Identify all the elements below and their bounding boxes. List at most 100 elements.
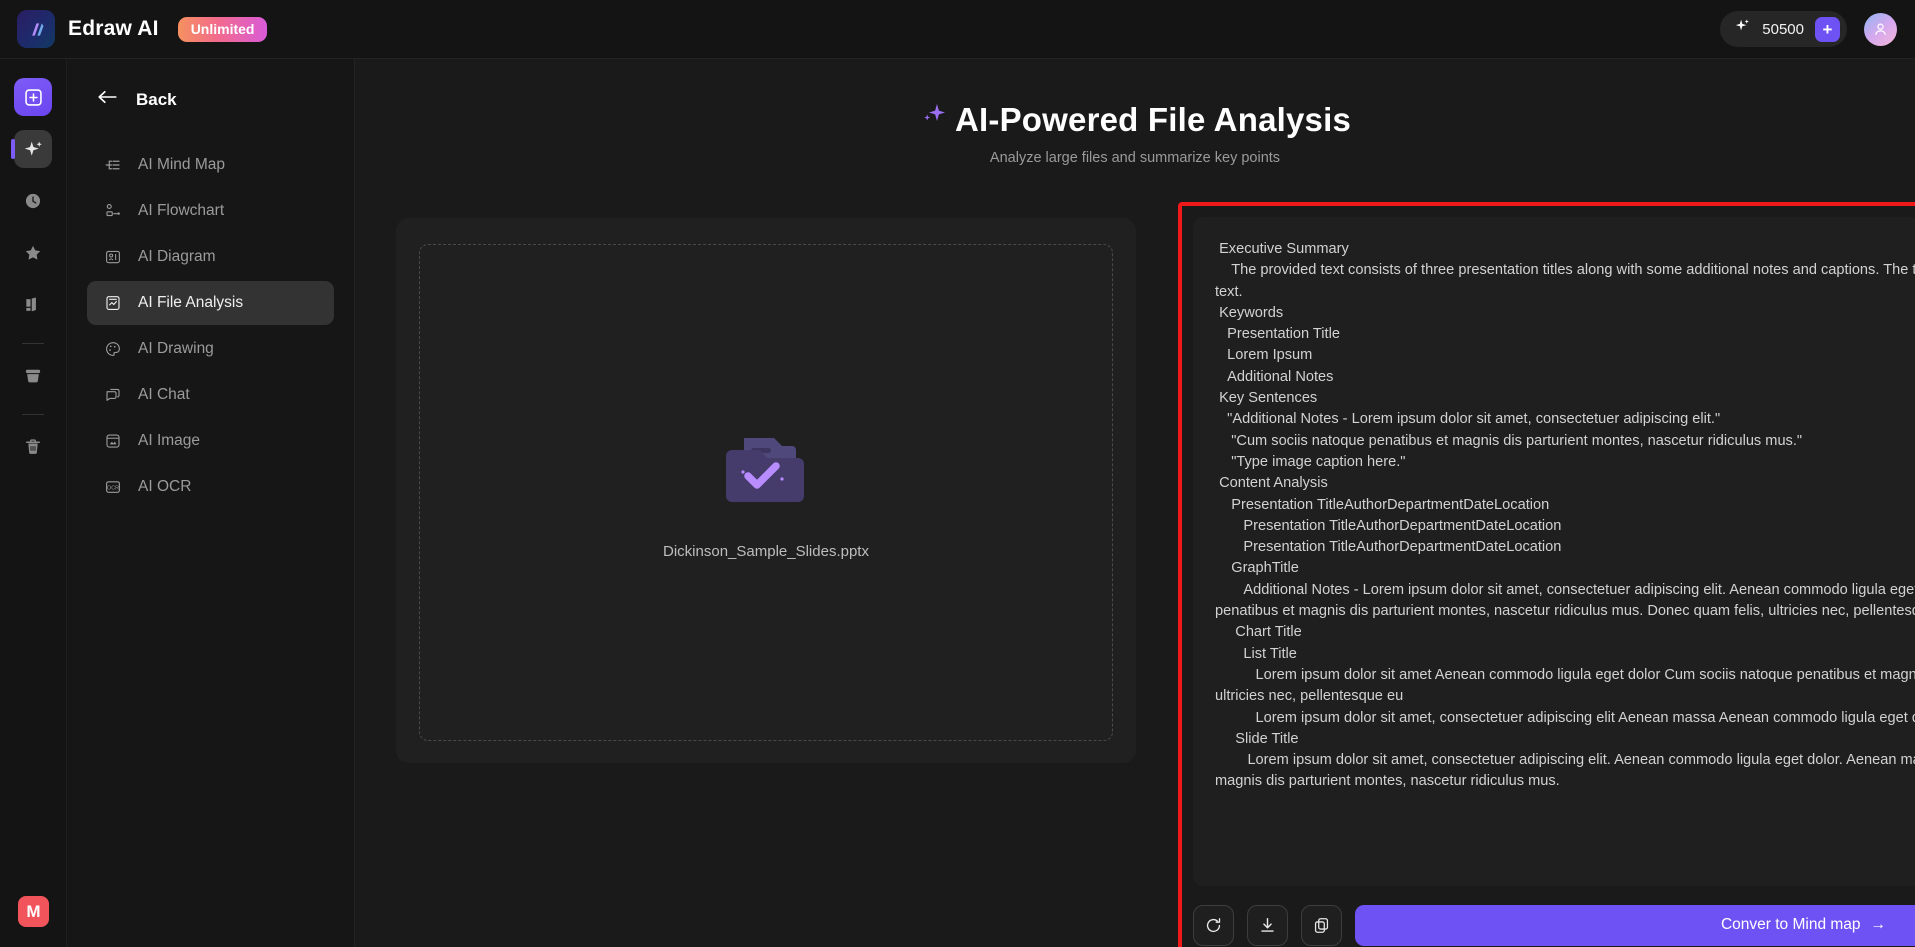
page-title: AI-Powered File Analysis bbox=[954, 101, 1352, 138]
flowchart-icon bbox=[103, 201, 123, 221]
add-credits-button[interactable]: + bbox=[1815, 16, 1840, 42]
analysis-line: Presentation Title bbox=[1215, 326, 1340, 343]
back-label: Back bbox=[136, 89, 177, 109]
analysis-line: The provided text consists of three pres… bbox=[1215, 262, 1915, 300]
top-right-group: 50500 + bbox=[1720, 11, 1915, 47]
result-action-bar: Conver to Mind map → bbox=[1193, 896, 1915, 947]
sparkle-icon bbox=[24, 141, 42, 156]
avatar[interactable] bbox=[1864, 12, 1897, 46]
arrow-left-icon bbox=[97, 89, 118, 110]
sparkle-decoration-icon bbox=[919, 101, 949, 139]
rail-item-templates[interactable] bbox=[14, 286, 52, 324]
sidebar-item-label: AI File Analysis bbox=[138, 294, 244, 311]
analysis-line: "Cum sociis natoque penatibus et magnis … bbox=[1215, 432, 1803, 449]
svg-text:OCR: OCR bbox=[107, 485, 119, 491]
download-icon bbox=[1261, 917, 1274, 932]
rail-item-archive[interactable] bbox=[14, 357, 52, 395]
main-content: AI-Powered File Analysis Analyze large f… bbox=[355, 59, 1915, 947]
rail-bottom: M bbox=[18, 896, 49, 927]
sidebar-item-ai-drawing[interactable]: AI Drawing bbox=[87, 327, 334, 371]
top-bar: Edraw AI Unlimited 50500 + bbox=[0, 0, 1915, 59]
analysis-result-panel: Executive Summary The provided text cons… bbox=[1178, 202, 1915, 947]
sidebar-menu: AI Mind Map AI Flowchart AI Diagram AI F… bbox=[67, 143, 354, 509]
image-icon bbox=[103, 431, 123, 451]
analysis-line: Presentation TitleAuthorDepartmentDateLo… bbox=[1215, 517, 1562, 534]
download-button[interactable] bbox=[1247, 904, 1288, 946]
back-button[interactable]: Back bbox=[67, 59, 354, 110]
rail-item-new-document[interactable] bbox=[14, 78, 52, 116]
rail-item-trash[interactable] bbox=[14, 428, 52, 466]
folder-check-icon bbox=[718, 426, 814, 517]
sparkle-icon bbox=[1734, 18, 1751, 40]
analysis-scroll-area[interactable]: Executive Summary The provided text cons… bbox=[1193, 217, 1915, 886]
file-preview-card: Dickinson_Sample_Slides.pptx bbox=[396, 218, 1136, 763]
palette-icon bbox=[103, 339, 123, 359]
app-mini-logo[interactable]: M bbox=[18, 896, 49, 927]
analysis-line: Chart Title bbox=[1215, 624, 1302, 641]
analysis-line: Slide Title bbox=[1215, 730, 1299, 747]
sidebar-item-label: AI Mind Map bbox=[138, 156, 226, 173]
rail-divider-2 bbox=[22, 414, 44, 415]
rail-item-recent[interactable] bbox=[14, 182, 52, 220]
file-analysis-icon bbox=[103, 293, 123, 313]
sidebar-item-ai-file-analysis[interactable]: AI File Analysis bbox=[87, 281, 334, 325]
analysis-line: List Title bbox=[1215, 645, 1297, 662]
sidebar-item-label: AI Chat bbox=[138, 386, 190, 403]
analysis-line: Key Sentences bbox=[1215, 390, 1318, 407]
page-header: AI-Powered File Analysis Analyze large f… bbox=[355, 59, 1915, 166]
trash-icon bbox=[26, 439, 40, 454]
sidebar-item-ai-ocr[interactable]: OCR AI OCR bbox=[87, 465, 334, 509]
rail-item-favorites[interactable] bbox=[14, 234, 52, 272]
brand[interactable]: Edraw AI Unlimited bbox=[0, 10, 268, 48]
credits-value: 50500 bbox=[1762, 20, 1804, 38]
analysis-line: Executive Summary bbox=[1215, 241, 1349, 257]
page-title-row: AI-Powered File Analysis bbox=[919, 101, 1351, 139]
analysis-line: Lorem ipsum dolor sit amet Aenean commod… bbox=[1215, 666, 1915, 705]
sidebar-item-label: AI Flowchart bbox=[138, 202, 225, 219]
chat-icon bbox=[103, 385, 123, 405]
analysis-line: Presentation TitleAuthorDepartmentDateLo… bbox=[1215, 539, 1562, 556]
diagram-icon bbox=[103, 247, 123, 267]
sidebar-item-label: AI Drawing bbox=[138, 340, 214, 357]
app-root: Edraw AI Unlimited 50500 + M Back AI Min… bbox=[0, 0, 1915, 947]
analysis-line: Lorem Ipsum bbox=[1215, 347, 1313, 364]
credits-pill[interactable]: 50500 + bbox=[1720, 11, 1847, 47]
analysis-line: Lorem ipsum dolor sit amet, consectetuer… bbox=[1215, 752, 1915, 790]
sidebar-item-label: AI Diagram bbox=[138, 248, 216, 265]
sidebar: Back AI Mind Map AI Flowchart AI Diagram… bbox=[67, 59, 355, 947]
regenerate-icon bbox=[1206, 917, 1221, 932]
mindmap-icon bbox=[103, 155, 123, 175]
sidebar-item-ai-image[interactable]: AI Image bbox=[87, 419, 334, 463]
plan-badge: Unlimited bbox=[177, 16, 268, 42]
sidebar-item-label: AI Image bbox=[138, 432, 201, 449]
file-name: Dickinson_Sample_Slides.pptx bbox=[663, 542, 869, 560]
analysis-line: "Type image caption here." bbox=[1215, 453, 1406, 470]
analysis-text-container: Executive Summary The provided text cons… bbox=[1193, 217, 1915, 886]
icon-rail: M bbox=[0, 59, 67, 947]
analysis-line: Additional Notes - Lorem ipsum dolor sit… bbox=[1215, 581, 1915, 620]
convert-to-mindmap-button[interactable]: Conver to Mind map → bbox=[1355, 904, 1915, 946]
brand-name: Edraw AI bbox=[68, 17, 159, 40]
page-subtitle: Analyze large files and summarize key po… bbox=[989, 150, 1281, 166]
regenerate-button[interactable] bbox=[1193, 904, 1234, 946]
analysis-line: Presentation TitleAuthorDepartmentDateLo… bbox=[1215, 496, 1550, 513]
slides-icon bbox=[26, 297, 36, 312]
file-dropzone[interactable]: Dickinson_Sample_Slides.pptx bbox=[419, 244, 1113, 741]
sidebar-item-ai-flowchart[interactable]: AI Flowchart bbox=[87, 189, 334, 233]
analysis-line: Additional Notes bbox=[1215, 368, 1334, 385]
folder-icon bbox=[25, 369, 41, 383]
analysis-line: GraphTitle bbox=[1215, 560, 1299, 577]
copy-icon bbox=[1314, 917, 1329, 933]
ocr-icon: OCR bbox=[103, 477, 123, 497]
cta-label: Conver to Mind map bbox=[1720, 916, 1861, 933]
sidebar-item-ai-chat[interactable]: AI Chat bbox=[87, 373, 334, 417]
edraw-logo-icon bbox=[17, 10, 55, 48]
copy-button[interactable] bbox=[1301, 904, 1342, 946]
plus-square-icon bbox=[24, 88, 42, 106]
analysis-line: "Additional Notes - Lorem ipsum dolor si… bbox=[1215, 411, 1721, 428]
sidebar-item-ai-diagram[interactable]: AI Diagram bbox=[87, 235, 334, 279]
rail-divider-1 bbox=[22, 343, 44, 344]
rail-item-ai-tools[interactable] bbox=[11, 130, 52, 168]
analysis-line: Keywords bbox=[1215, 304, 1284, 321]
sidebar-item-ai-mind-map[interactable]: AI Mind Map bbox=[87, 143, 334, 187]
